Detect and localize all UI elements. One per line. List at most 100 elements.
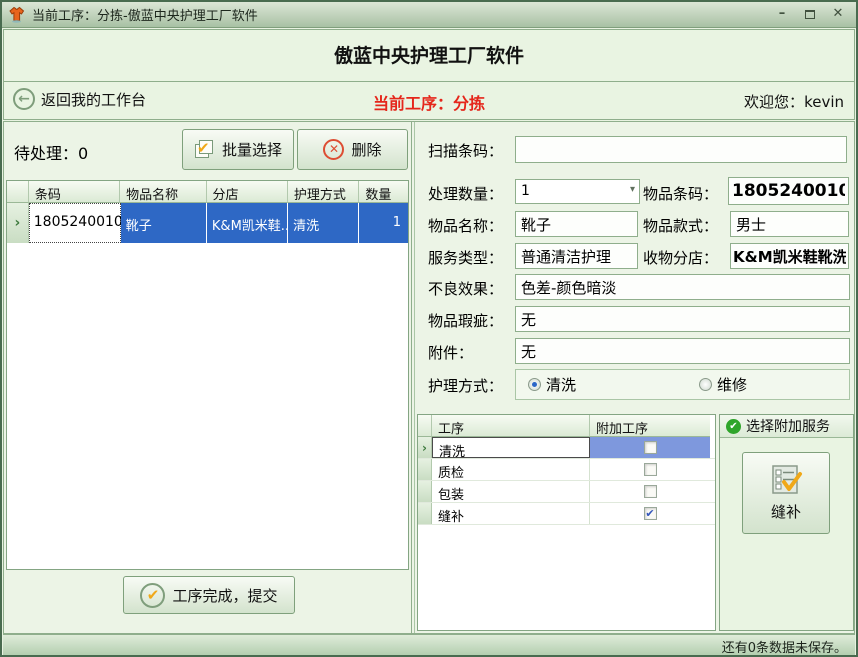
col-header-care[interactable]: 护理方式	[288, 181, 359, 203]
batch-checkbox-icon: ✔	[194, 140, 215, 160]
items-table-header: 条码 物品名称 分店 护理方式 数量	[7, 181, 408, 203]
process-table: 工序 附加工序 › 清洗 质检 包装	[417, 414, 716, 631]
process-name[interactable]: 质检	[432, 459, 590, 480]
receive-branch-field[interactable]	[730, 243, 849, 269]
titlebar[interactable]: 当前工序：分拣-傲蓝中央护理工厂软件 – ✕	[2, 2, 856, 28]
process-name[interactable]: 清洗	[432, 437, 590, 458]
back-button[interactable]: ← 返回我的工作台	[13, 88, 146, 110]
item-barcode-field[interactable]	[728, 177, 849, 205]
submit-button[interactable]: ✔ 工序完成，提交	[123, 576, 295, 614]
row-arrow-icon: ›	[7, 203, 29, 243]
defect-label: 不良效果：	[428, 278, 503, 299]
col-header-barcode[interactable]: 条码	[29, 181, 120, 203]
col-header-extra[interactable]: 附加工序	[590, 415, 710, 437]
mend-button[interactable]: 缝补	[742, 452, 830, 534]
table-row[interactable]: › 18052400101 靴子 K&M凯米鞋... 清洗 1	[7, 203, 408, 243]
scan-barcode-input[interactable]	[515, 136, 847, 163]
current-process-label: 当前工序：分拣	[373, 90, 485, 114]
col-header-item[interactable]: 物品名称	[120, 181, 206, 203]
process-table-header: 工序 附加工序	[418, 415, 715, 437]
checkbox-unchecked-icon[interactable]	[644, 441, 657, 454]
checkbox-checked-icon[interactable]: ✔	[644, 507, 657, 520]
row-arrow-icon: ›	[418, 437, 432, 458]
process-row[interactable]: 包装	[418, 481, 715, 503]
accessory-label: 附件：	[428, 342, 473, 363]
page-title: 傲蓝中央护理工厂软件	[4, 30, 854, 82]
checkbox-unchecked-icon[interactable]	[644, 463, 657, 476]
care-method-label: 护理方式：	[428, 375, 503, 396]
cell-care[interactable]: 清洗	[288, 203, 359, 243]
service-type-field[interactable]	[515, 243, 638, 269]
pending-label: 待处理：	[14, 144, 78, 163]
flaw-field[interactable]	[515, 306, 850, 332]
delete-button[interactable]: ✕ 删除	[297, 129, 408, 170]
green-check-icon: ✔	[726, 419, 741, 434]
process-name[interactable]: 缝补	[432, 503, 590, 524]
batch-select-label: 批量选择	[222, 139, 282, 160]
cell-branch[interactable]: K&M凯米鞋...	[207, 203, 288, 243]
radio-repair-label: 维修	[717, 374, 747, 395]
extra-service-header: ✔ 选择附加服务	[720, 415, 853, 438]
extra-process-cell[interactable]	[590, 437, 710, 458]
close-icon: ✕	[833, 6, 844, 21]
pending-count: 0	[78, 144, 88, 163]
radio-unselected-icon	[699, 378, 712, 391]
extra-process-cell[interactable]: ✔	[590, 503, 710, 524]
flaw-label: 物品瑕疵：	[428, 310, 503, 331]
item-name-label: 物品名称：	[428, 215, 503, 236]
radio-wash-label: 清洗	[546, 374, 576, 395]
cell-item[interactable]: 靴子	[121, 203, 207, 243]
main-area: 待处理：0 ✔ 批量选择 ✕ 删除 条码 物品名称 分店 护理方式 数量	[3, 121, 855, 634]
process-row[interactable]: 质检	[418, 459, 715, 481]
col-header-process[interactable]: 工序	[432, 415, 590, 437]
col-header-branch[interactable]: 分店	[207, 181, 288, 203]
row-indicator-header	[7, 181, 29, 203]
checklist-icon	[768, 464, 804, 496]
mend-label: 缝补	[771, 501, 801, 522]
extra-service-panel: ✔ 选择附加服务 缝补	[719, 414, 854, 631]
extra-service-title: 选择附加服务	[746, 416, 830, 436]
checkbox-unchecked-icon[interactable]	[644, 485, 657, 498]
item-style-field[interactable]	[730, 211, 849, 237]
process-qty-combo[interactable]: 1 ▾	[515, 179, 640, 204]
care-method-group: 清洗 维修	[515, 369, 850, 400]
defect-field[interactable]	[515, 274, 850, 300]
username: kevin	[804, 93, 844, 111]
left-panel: 待处理：0 ✔ 批量选择 ✕ 删除 条码 物品名称 分店 护理方式 数量	[4, 122, 412, 633]
radio-repair[interactable]: 维修	[699, 374, 747, 395]
col-header-qty[interactable]: 数量	[359, 181, 408, 203]
accessory-field[interactable]	[515, 338, 850, 364]
process-qty-label: 处理数量：	[428, 183, 503, 204]
back-arrow-icon: ←	[13, 88, 35, 110]
extra-process-cell[interactable]	[590, 481, 710, 502]
status-bar: 还有0条数据未保存。	[3, 634, 855, 655]
item-style-label: 物品款式：	[643, 215, 718, 236]
chevron-down-icon: ▾	[630, 184, 635, 195]
radio-selected-icon	[528, 378, 541, 391]
window-title: 当前工序：分拣-傲蓝中央护理工厂软件	[32, 5, 258, 24]
maximize-button[interactable]	[798, 5, 822, 25]
process-row[interactable]: › 清洗	[418, 437, 715, 459]
app-icon	[8, 6, 25, 23]
radio-wash[interactable]: 清洗	[528, 374, 576, 395]
cell-barcode[interactable]: 18052400101	[29, 203, 121, 243]
process-name[interactable]: 包装	[432, 481, 590, 502]
header: 傲蓝中央护理工厂软件 ← 返回我的工作台 当前工序：分拣 欢迎您：kevin	[3, 29, 855, 120]
welcome-text: 欢迎您：kevin	[744, 91, 844, 112]
row-indicator-header	[418, 415, 432, 437]
close-button[interactable]: ✕	[826, 5, 850, 25]
delete-x-icon: ✕	[323, 139, 344, 160]
item-name-field[interactable]	[515, 211, 638, 237]
items-table: 条码 物品名称 分店 护理方式 数量 › 18052400101 靴子 K&M凯…	[6, 180, 409, 570]
right-panel: 扫描条码： 处理数量： 1 ▾ 物品条码： 物品名称： 物品款式： 服务类型： …	[414, 122, 854, 633]
maximize-icon	[805, 10, 815, 19]
pending-count-label: 待处理：0	[14, 140, 88, 164]
check-circle-icon: ✔	[140, 583, 165, 608]
cell-qty[interactable]: 1	[359, 203, 408, 243]
scan-barcode-label: 扫描条码：	[428, 140, 503, 161]
minimize-button[interactable]: –	[770, 5, 794, 25]
batch-select-button[interactable]: ✔ 批量选择	[182, 129, 294, 170]
process-row[interactable]: 缝补 ✔	[418, 503, 715, 525]
extra-process-cell[interactable]	[590, 459, 710, 480]
delete-label: 删除	[351, 139, 381, 160]
